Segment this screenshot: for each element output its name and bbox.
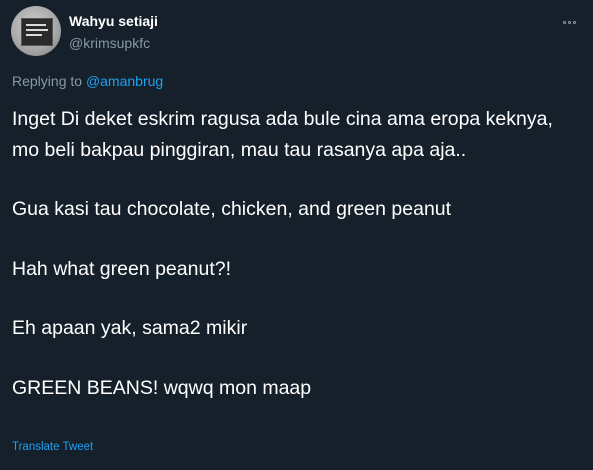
replying-to-label: Replying to xyxy=(12,73,83,89)
tweet: Wahyu setiaji @krimsupkfc Replying to @a… xyxy=(0,0,593,470)
tweet-text: Inget Di deket eskrim ragusa ada bule ci… xyxy=(12,104,584,403)
author-handle[interactable]: @krimsupkfc xyxy=(69,35,150,51)
translate-tweet-link[interactable]: Translate Tweet xyxy=(12,441,93,453)
tweet-paragraph: Eh apaan yak, sama2 mikir xyxy=(12,317,248,339)
replying-to: Replying to @amanbrug xyxy=(12,73,163,89)
tweet-paragraph: Gua kasi tau chocolate, chicken, and gre… xyxy=(12,198,452,220)
avatar-image xyxy=(21,18,53,46)
replying-to-mention[interactable]: @amanbrug xyxy=(86,73,163,89)
avatar[interactable] xyxy=(11,6,61,56)
tweet-paragraph: Inget Di deket eskrim ragusa ada bule ci… xyxy=(12,108,559,161)
more-icon[interactable] xyxy=(556,12,582,32)
tweet-paragraph: GREEN BEANS! wqwq mon maap xyxy=(12,376,312,399)
tweet-paragraph: Hah what green peanut?! xyxy=(12,257,231,280)
author-name[interactable]: Wahyu setiaji xyxy=(69,13,158,29)
